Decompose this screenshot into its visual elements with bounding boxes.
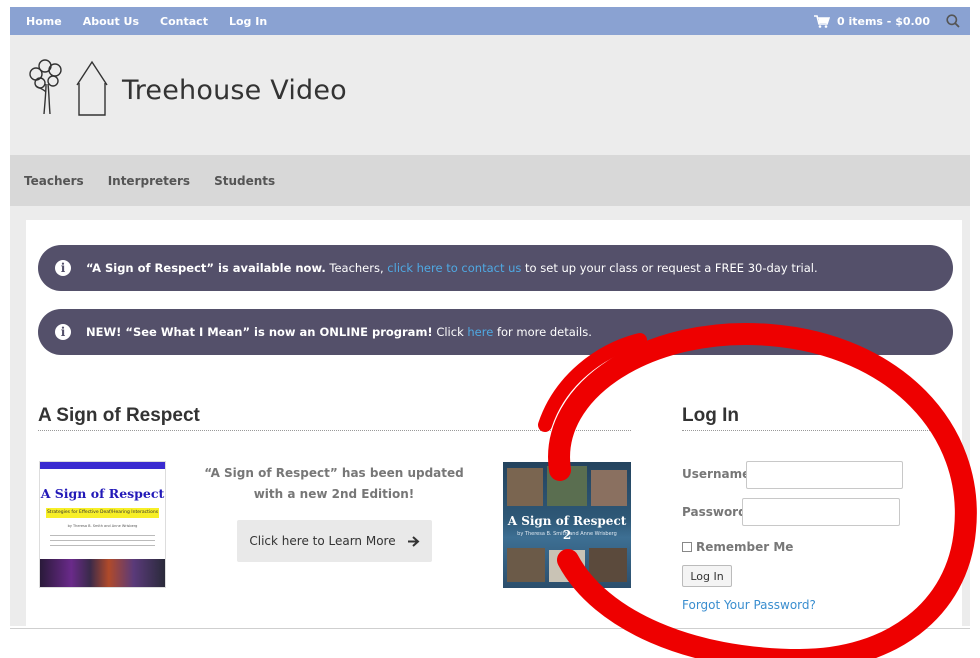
notice-text: Teachers,: [325, 261, 388, 275]
top-nav-about-us[interactable]: About Us: [83, 15, 139, 28]
remember-me-checkbox[interactable]: [682, 542, 692, 552]
login-title: Log In: [682, 405, 739, 426]
search-icon: [946, 14, 960, 28]
notice-text: Click: [432, 325, 468, 339]
top-nav-contact[interactable]: Contact: [160, 15, 208, 28]
arrow-right-icon: [407, 535, 420, 547]
cart-link[interactable]: 0 items - $0.00: [813, 7, 930, 35]
cover-text-line: [50, 540, 155, 541]
book-cover-first-edition[interactable]: A Sign of Respect Strategies for Effecti…: [39, 461, 166, 588]
cover-photo: [507, 548, 545, 582]
forgot-password-link[interactable]: Forgot Your Password?: [682, 598, 816, 612]
nav-item-teachers[interactable]: Teachers: [24, 174, 84, 188]
info-icon: i: [55, 324, 71, 340]
notice-banner-respect: i “A Sign of Respect” is available now. …: [38, 245, 953, 291]
main-nav-items: Teachers Interpreters Students: [24, 155, 275, 206]
remember-me-label: Remember Me: [696, 540, 794, 554]
cover-photo: [549, 550, 585, 582]
cover-photo: [507, 468, 543, 506]
notice-text: to set up your class or request a FREE 3…: [521, 261, 818, 275]
book2-authors: by Theresa B. Smith and Anne Wrisberg: [517, 531, 617, 537]
book1-authors: by Theresa B. Smith and Anne Wrisberg: [67, 524, 138, 528]
page: Home About Us Contact Log In 0 items - $…: [0, 0, 980, 658]
notice-bold-text: NEW! “See What I Mean” is now an ONLINE …: [86, 325, 433, 339]
learn-more-label: Click here to Learn More: [249, 534, 396, 548]
notice-text: for more details.: [493, 325, 592, 339]
respect-section-divider: [38, 430, 631, 431]
notice-bold-text: “A Sign of Respect” is available now.: [86, 261, 326, 275]
promo-text: “A Sign of Respect” has been updated wit…: [204, 466, 464, 501]
nav-item-students[interactable]: Students: [214, 174, 275, 188]
top-nav: Home About Us Contact Log In: [26, 7, 267, 35]
cover-photo-strip: [40, 559, 165, 587]
respect-section-title: A Sign of Respect: [38, 405, 200, 426]
cover-photo: [591, 470, 627, 506]
top-nav-home[interactable]: Home: [26, 15, 62, 28]
bottom-divider: [10, 628, 970, 629]
tree-house-logo-icon[interactable]: [26, 52, 116, 118]
book-cover-second-edition[interactable]: A Sign of Respect 2 by Theresa B. Smith …: [503, 462, 631, 588]
password-label: Password: [682, 505, 747, 519]
site-title[interactable]: Treehouse Video: [122, 75, 347, 106]
shopping-cart-icon: [813, 14, 830, 28]
remember-me[interactable]: Remember Me: [682, 540, 793, 554]
book1-title: A Sign of Respect: [40, 486, 165, 501]
nav-item-interpreters[interactable]: Interpreters: [108, 174, 190, 188]
login-button[interactable]: Log In: [682, 565, 732, 587]
book1-subtitle: Strategies for Effective Deaf/Hearing In…: [46, 508, 159, 518]
learn-more-button[interactable]: Click here to Learn More: [237, 520, 432, 562]
login-divider: [682, 430, 938, 431]
username-input[interactable]: [746, 461, 903, 489]
info-icon: i: [55, 260, 71, 276]
more-details-link[interactable]: here: [467, 325, 493, 339]
cover-photo: [547, 466, 587, 506]
cover-photo: [589, 548, 627, 582]
cover-text-line: [50, 545, 155, 546]
contact-us-link[interactable]: click here to contact us: [387, 261, 521, 275]
site-header: Treehouse Video: [10, 35, 970, 155]
main-nav: Teachers Interpreters Students: [10, 155, 970, 206]
cover-band: [40, 462, 165, 469]
notice-banner-see-what-i-mean: i NEW! “See What I Mean” is now an ONLIN…: [38, 309, 953, 355]
password-input[interactable]: [742, 498, 900, 526]
top-nav-log-in[interactable]: Log In: [229, 15, 267, 28]
cover-text-line: [50, 535, 155, 536]
cart-summary: 0 items - $0.00: [836, 14, 930, 28]
search-button[interactable]: [946, 14, 960, 28]
top-bar: Home About Us Contact Log In 0 items - $…: [10, 7, 970, 35]
book2-title: A Sign of Respect 2: [507, 514, 627, 542]
username-label: Username: [682, 467, 751, 481]
